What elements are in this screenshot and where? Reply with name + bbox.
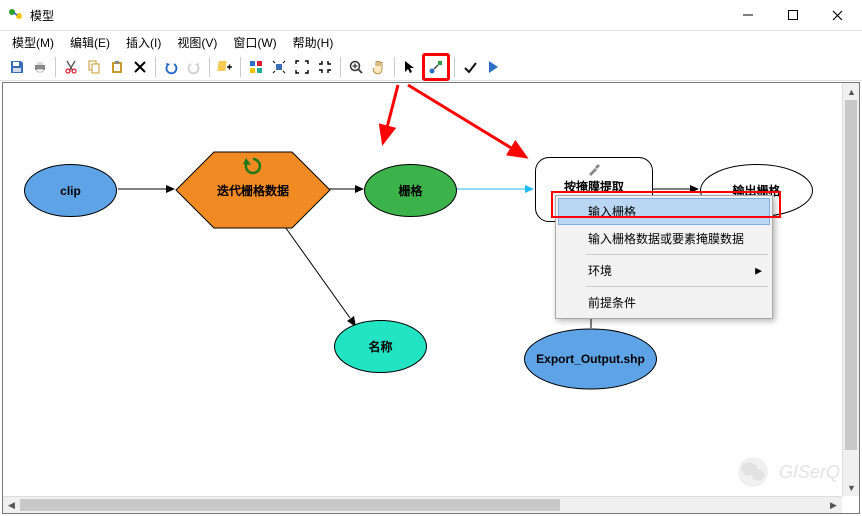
maximize-button[interactable] (770, 1, 815, 30)
horizontal-scrollbar[interactable]: ◀ ▶ (3, 496, 842, 513)
node-clip[interactable]: clip (23, 163, 118, 218)
separator (340, 57, 341, 77)
node-export-label: Export_Output.shp (524, 352, 657, 366)
separator (586, 286, 768, 287)
menu-window[interactable]: 窗口(W) (225, 32, 284, 53)
run-icon[interactable] (482, 56, 504, 78)
node-clip-label: clip (60, 184, 81, 198)
context-input-mask[interactable]: 输入栅格数据或要素掩膜数据 (558, 225, 770, 252)
full-extent-icon[interactable] (268, 56, 290, 78)
zoom-in-icon[interactable] (345, 56, 367, 78)
toolbar (0, 53, 862, 81)
zoom-in-extent-icon[interactable] (291, 56, 313, 78)
node-raster-label: 栅格 (398, 182, 422, 199)
hammer-icon (587, 162, 601, 176)
cut-icon[interactable] (60, 56, 82, 78)
vertical-scrollbar[interactable]: ▲ ▼ (842, 83, 859, 496)
context-highlight (551, 191, 781, 218)
node-raster[interactable]: 栅格 (363, 163, 458, 218)
connect-tool-highlight (422, 53, 450, 81)
separator (586, 254, 768, 255)
separator (454, 57, 455, 77)
select-icon[interactable] (399, 56, 421, 78)
watermark: GISerQ (737, 456, 840, 488)
node-iterator[interactable]: 迭代栅格数据 (175, 151, 331, 229)
scroll-down-icon[interactable]: ▼ (843, 479, 860, 496)
context-environment[interactable]: 环境 ▶ (558, 257, 770, 284)
context-env-label: 环境 (588, 264, 612, 278)
scroll-thumb-h[interactable] (20, 499, 560, 511)
node-iterator-label: 迭代栅格数据 (217, 182, 289, 199)
copy-icon[interactable] (83, 56, 105, 78)
connect-icon[interactable] (425, 56, 447, 78)
save-icon[interactable] (6, 56, 28, 78)
delete-icon[interactable] (129, 56, 151, 78)
scroll-up-icon[interactable]: ▲ (843, 83, 860, 100)
scroll-right-icon[interactable]: ▶ (825, 497, 842, 514)
separator (240, 57, 241, 77)
model-canvas[interactable]: clip 迭代栅格数据 栅格 按掩膜提取 输出栅格 名称 Export_Outp… (2, 82, 860, 514)
undo-icon[interactable] (160, 56, 182, 78)
title-bar: 模型 (0, 0, 862, 31)
node-name-label: 名称 (368, 338, 392, 355)
add-data-icon[interactable] (214, 56, 236, 78)
validate-icon[interactable] (459, 56, 481, 78)
close-button[interactable] (815, 1, 860, 30)
menu-insert[interactable]: 插入(I) (118, 32, 169, 53)
pan-icon[interactable] (368, 56, 390, 78)
separator (209, 57, 210, 77)
context-precondition[interactable]: 前提条件 (558, 289, 770, 316)
node-name[interactable]: 名称 (333, 319, 428, 374)
menu-bar: 模型(M) 编辑(E) 插入(I) 视图(V) 窗口(W) 帮助(H) (0, 31, 862, 53)
separator (155, 57, 156, 77)
watermark-text: GISerQ (779, 462, 840, 483)
zoom-out-extent-icon[interactable] (314, 56, 336, 78)
app-icon (8, 7, 24, 23)
menu-edit[interactable]: 编辑(E) (62, 32, 118, 53)
window-title: 模型 (30, 7, 725, 24)
scroll-left-icon[interactable]: ◀ (3, 497, 20, 514)
node-export[interactable]: Export_Output.shp (523, 328, 658, 390)
separator (394, 57, 395, 77)
wechat-icon (737, 456, 769, 488)
submenu-arrow-icon: ▶ (755, 265, 762, 276)
menu-view[interactable]: 视图(V) (169, 32, 225, 53)
scroll-thumb-v[interactable] (845, 100, 857, 450)
print-icon[interactable] (29, 56, 51, 78)
redo-icon[interactable] (183, 56, 205, 78)
separator (55, 57, 56, 77)
layout-grid-icon[interactable] (245, 56, 267, 78)
minimize-button[interactable] (725, 1, 770, 30)
paste-icon[interactable] (106, 56, 128, 78)
menu-model[interactable]: 模型(M) (4, 32, 62, 53)
menu-help[interactable]: 帮助(H) (285, 32, 342, 53)
